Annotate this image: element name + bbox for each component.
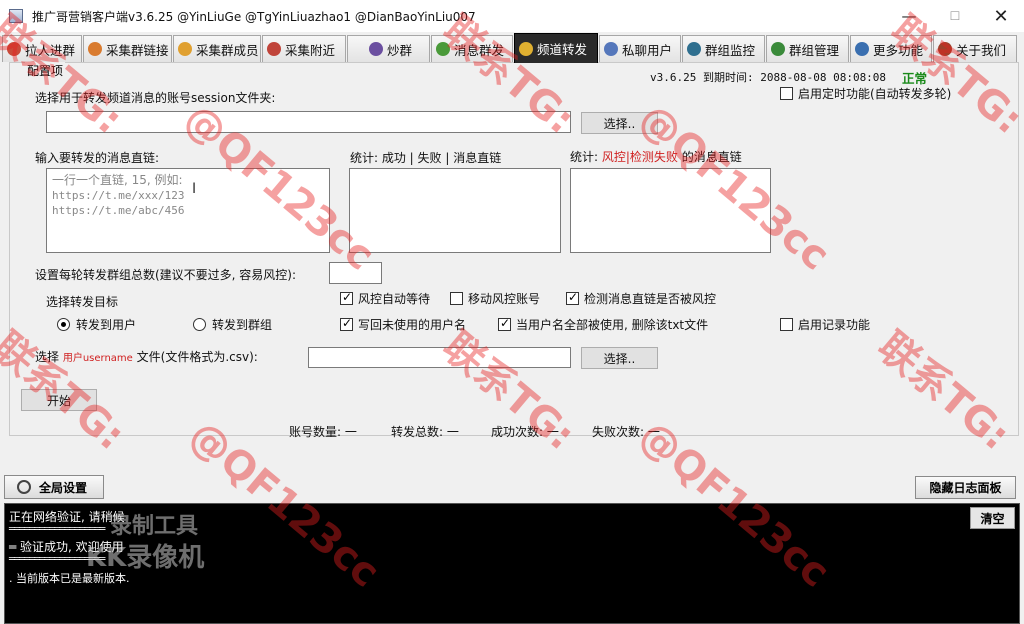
checkbox-icon: [340, 316, 353, 331]
timer-checkbox[interactable]: 启用定时功能(自动转发多轮): [780, 85, 951, 102]
start-button[interactable]: 开始: [21, 389, 97, 411]
tab-collect-group-members[interactable]: 采集群成员: [173, 35, 261, 62]
gear-icon: [17, 480, 31, 494]
tab-private-users[interactable]: 私聊用户: [599, 35, 681, 62]
tab-group-monitor[interactable]: 群组监控: [682, 35, 765, 62]
person-icon: [7, 42, 21, 56]
maximize-button[interactable]: ☐: [932, 0, 978, 32]
checkbox-icon: [566, 290, 579, 305]
recorder-watermark-line1: 录制工具: [110, 514, 199, 539]
person-icon: [687, 42, 701, 56]
window-title: 推广哥营销客户端v3.6.25 @YinLiuGe @TgYinLiuazhao…: [32, 10, 476, 24]
global-settings-button[interactable]: 全局设置: [4, 475, 104, 499]
risk-wait-checkbox[interactable]: 风控自动等待: [340, 290, 430, 307]
fail-count: 失败次数: 一: [592, 425, 660, 439]
select-csv-button[interactable]: 选择..: [581, 347, 658, 369]
csv-file-label: 选择 用户username 文件(文件格式为.csv):: [35, 350, 258, 364]
target-groups-radio[interactable]: 转发到群组: [193, 316, 272, 333]
stats-success-textarea[interactable]: [349, 168, 561, 253]
target-label: 选择转发目标: [46, 295, 119, 309]
hide-log-panel-button[interactable]: 隐藏日志面板: [915, 476, 1016, 499]
account-count: 账号数量: 一: [289, 425, 357, 439]
tab-channel-forward[interactable]: 频道转发: [514, 33, 598, 63]
person-icon: [267, 42, 281, 56]
person-icon: [604, 42, 618, 56]
tab-mass-message[interactable]: 消息群发: [431, 35, 513, 62]
person-icon: [368, 42, 383, 56]
delete-when-used-checkbox[interactable]: 当用户名全部被使用, 删除该txt文件: [498, 316, 708, 333]
person-icon: [88, 42, 102, 56]
tab-group-manage[interactable]: 群组管理: [766, 35, 849, 62]
select-session-button[interactable]: 选择..: [581, 112, 658, 134]
parrot-icon: [436, 42, 450, 56]
groups-per-round-label: 设置每轮转发群组总数(建议不要过多, 容易风控):: [35, 268, 297, 282]
tab-about-us[interactable]: 关于我们: [933, 35, 1017, 62]
checkbox-icon: [450, 292, 463, 305]
log-line: 正在网络验证, 请稍候: [9, 510, 125, 524]
session-folder-input[interactable]: [46, 111, 571, 133]
write-back-checkbox[interactable]: 写回未使用的用户名: [340, 316, 466, 333]
tab-collect-group-links[interactable]: 采集群链接: [83, 35, 172, 62]
version-expiry: v3.6.25 到期时间: 2088-08-08 08:08:08: [650, 71, 887, 84]
tab-hype-group[interactable]: 炒群: [347, 35, 430, 62]
links-placeholder-3: https://t.me/abc/456: [52, 204, 185, 217]
links-placeholder-1: 一行一个直链, 15, 例如:: [52, 173, 183, 187]
message-links-label: 输入要转发的消息直链:: [35, 151, 160, 165]
session-folder-label: 选择用于转发频道消息的账号session文件夹:: [35, 91, 276, 105]
minimize-button[interactable]: —: [886, 0, 932, 32]
tab-bar: 拉人进群 采集群链接 采集群成员 采集附近 炒群 消息群发 频道转发 私聊用户 …: [0, 33, 1024, 63]
text-cursor-icon: I: [192, 181, 197, 197]
checkbox-icon: [780, 318, 793, 331]
success-count: 成功次数: 一: [491, 425, 559, 439]
links-placeholder-2: https://t.me/xxx/123: [52, 189, 185, 202]
check-icon: [771, 42, 785, 56]
close-button[interactable]: ✕: [978, 0, 1024, 32]
person-icon: [938, 42, 952, 56]
stats-risk-textarea[interactable]: [570, 168, 771, 253]
person-icon: [519, 41, 533, 56]
config-group-label: 配置项: [25, 62, 66, 79]
recorder-watermark-line2: KK录像机: [86, 543, 205, 573]
tab-invite-to-group[interactable]: 拉人进群: [2, 35, 82, 62]
radio-icon: [57, 318, 70, 331]
title-bar: 推广哥营销客户端v3.6.25 @YinLiuGe @TgYinLiuazhao…: [0, 0, 1024, 32]
clear-log-button[interactable]: 清空: [970, 507, 1015, 529]
app-icon: [9, 9, 23, 23]
checkbox-icon: [340, 290, 353, 305]
stats-success-label: 统计: 成功 | 失败 | 消息直链: [350, 151, 502, 165]
message-links-textarea[interactable]: 一行一个直链, 15, 例如: https://t.me/xxx/123 htt…: [46, 168, 330, 253]
tab-more-features[interactable]: 更多功能: [850, 35, 932, 62]
checkbox-icon: [498, 316, 511, 331]
tab-collect-nearby[interactable]: 采集附近: [262, 35, 346, 62]
person-icon: [855, 42, 869, 56]
checkbox-icon: [780, 87, 793, 100]
groups-per-round-input[interactable]: [329, 262, 382, 284]
csv-file-input[interactable]: [308, 347, 571, 368]
forward-total: 转发总数: 一: [391, 425, 459, 439]
move-risk-account-checkbox[interactable]: 移动风控账号: [450, 290, 540, 307]
enable-logging-checkbox[interactable]: 启用记录功能: [780, 316, 870, 333]
stats-risk-label: 统计: 风控|检测失败 的消息直链: [570, 150, 742, 164]
person-icon: [178, 42, 192, 56]
radio-icon: [193, 318, 206, 331]
target-users-radio[interactable]: 转发到用户: [57, 316, 136, 333]
log-line: ═══════════════════: [9, 524, 105, 535]
check-risk-links-checkbox[interactable]: 检测消息直链是否被风控: [566, 290, 716, 307]
